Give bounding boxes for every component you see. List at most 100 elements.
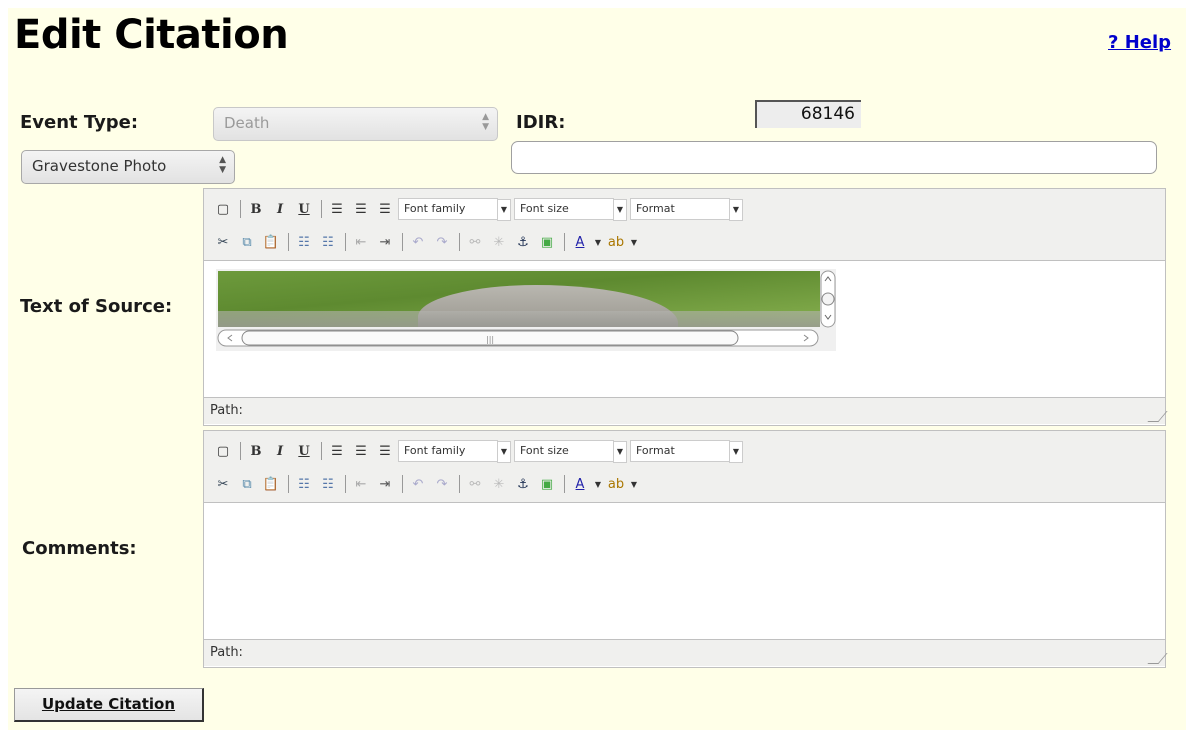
font-size-label: Font size xyxy=(520,202,569,215)
toolbar-separator xyxy=(345,475,346,493)
bold-icon[interactable]: B xyxy=(245,198,267,220)
align-center-icon[interactable]: ☰ xyxy=(350,198,372,220)
chevron-down-icon: ▼ xyxy=(613,199,627,221)
italic-icon[interactable]: I xyxy=(269,440,291,462)
chevron-down-icon: ▼ xyxy=(613,441,627,463)
copy-icon[interactable]: ⧉ xyxy=(236,473,258,495)
help-link[interactable]: ? Help xyxy=(1108,32,1171,53)
anchor-icon[interactable]: ⚓ xyxy=(512,231,534,253)
bullet-list-icon[interactable]: ☷ xyxy=(293,473,315,495)
event-type-value: Death xyxy=(224,114,270,132)
toolbar-separator xyxy=(402,233,403,251)
text-of-source-editor: ▢ B I U ☰ ☰ ☰ Font family ▼ Font size ▼ Fo… xyxy=(203,188,1168,426)
citation-detail-input[interactable] xyxy=(511,141,1157,174)
text-of-source-label: Text of Source: xyxy=(20,296,173,317)
source-type-select[interactable]: Gravestone Photo ▲ ▼ xyxy=(21,150,235,184)
toolbar-separator xyxy=(345,233,346,251)
chevron-down-icon[interactable]: ▼ xyxy=(629,473,639,495)
indent-icon[interactable]: ⇥ xyxy=(374,473,396,495)
ground-area xyxy=(218,311,820,327)
underline-icon[interactable]: U xyxy=(293,440,315,462)
updown-arrows-icon: ▲ ▼ xyxy=(219,155,226,175)
event-type-select[interactable]: Death ▲ ▼ xyxy=(213,107,498,141)
format-dropdown[interactable]: Format ▼ xyxy=(630,198,743,221)
highlight-color-icon[interactable]: ab xyxy=(605,231,627,253)
undo-icon[interactable]: ↶ xyxy=(407,231,429,253)
font-size-dropdown[interactable]: Font size ▼ xyxy=(514,440,627,463)
cut-icon[interactable]: ✂ xyxy=(212,473,234,495)
image-icon[interactable]: ▣ xyxy=(536,231,558,253)
path-label: Path: xyxy=(210,403,243,418)
italic-icon[interactable]: I xyxy=(269,198,291,220)
image-icon[interactable]: ▣ xyxy=(536,473,558,495)
toolbar-row-2: ✂ ⧉ 📋 ☷ ☷ ⇤ ⇥ ↶ ↷ ⚯ ✳ ⚓ ▣ A ▼ ab ▼ xyxy=(212,471,641,497)
highlight-color-icon[interactable]: ab xyxy=(605,473,627,495)
numbered-list-icon[interactable]: ☷ xyxy=(317,231,339,253)
comments-editor: ▢ B I U ☰ ☰ ☰ Font family ▼ Font size ▼ Fo… xyxy=(203,430,1168,668)
toolbar-separator xyxy=(288,475,289,493)
toolbar-separator xyxy=(240,200,241,218)
bullet-list-icon[interactable]: ☷ xyxy=(293,231,315,253)
font-family-label: Font family xyxy=(404,202,466,215)
text-color-icon[interactable]: A xyxy=(569,231,591,253)
comments-content[interactable] xyxy=(204,503,1165,639)
text-color-icon[interactable]: A xyxy=(569,473,591,495)
chevron-down-icon: ▼ xyxy=(497,441,511,463)
update-citation-button[interactable]: Update Citation xyxy=(14,688,204,722)
toolbar-separator xyxy=(564,233,565,251)
bold-icon[interactable]: B xyxy=(245,440,267,462)
path-label: Path: xyxy=(210,645,243,660)
redo-icon[interactable]: ↷ xyxy=(431,473,453,495)
align-left-icon[interactable]: ☰ xyxy=(326,440,348,462)
undo-icon[interactable]: ↶ xyxy=(407,473,429,495)
new-document-icon[interactable]: ▢ xyxy=(212,198,234,220)
svg-text:|||: ||| xyxy=(486,335,494,344)
font-family-dropdown[interactable]: Font family ▼ xyxy=(398,198,511,221)
toolbar-row-1: ▢ B I U ☰ ☰ ☰ Font family ▼ Font size ▼ Fo… xyxy=(212,196,743,222)
resize-grip-icon[interactable] xyxy=(1147,653,1168,664)
text-of-source-content[interactable]: ||| xyxy=(204,261,1165,397)
align-right-icon[interactable]: ☰ xyxy=(374,198,396,220)
embedded-image-frame: ||| xyxy=(216,269,836,351)
font-size-dropdown[interactable]: Font size ▼ xyxy=(514,198,627,221)
underline-icon[interactable]: U xyxy=(293,198,315,220)
path-statusbar: Path: xyxy=(204,639,1168,666)
link-icon[interactable]: ⚯ xyxy=(464,473,486,495)
editor-toolbar: ▢ B I U ☰ ☰ ☰ Font family ▼ Font size ▼ Fo… xyxy=(204,431,1165,503)
outdent-icon[interactable]: ⇤ xyxy=(350,231,372,253)
align-center-icon[interactable]: ☰ xyxy=(350,440,372,462)
idir-field[interactable]: 68146 xyxy=(755,100,861,128)
format-dropdown[interactable]: Format ▼ xyxy=(630,440,743,463)
new-document-icon[interactable]: ▢ xyxy=(212,440,234,462)
event-type-label: Event Type: xyxy=(20,112,139,133)
idir-label: IDIR: xyxy=(516,112,566,133)
copy-icon[interactable]: ⧉ xyxy=(236,231,258,253)
chevron-down-icon: ▼ xyxy=(497,199,511,221)
paste-icon[interactable]: 📋 xyxy=(260,473,282,495)
cut-icon[interactable]: ✂ xyxy=(212,231,234,253)
format-label: Format xyxy=(636,202,675,215)
toolbar-row-2: ✂ ⧉ 📋 ☷ ☷ ⇤ ⇥ ↶ ↷ ⚯ ✳ ⚓ ▣ A ▼ ab ▼ xyxy=(212,229,641,255)
anchor-icon[interactable]: ⚓ xyxy=(512,473,534,495)
link-icon[interactable]: ⚯ xyxy=(464,231,486,253)
comments-label: Comments: xyxy=(22,538,137,559)
chevron-down-icon[interactable]: ▼ xyxy=(629,231,639,253)
chevron-down-icon[interactable]: ▼ xyxy=(593,473,603,495)
unlink-icon[interactable]: ✳ xyxy=(488,473,510,495)
toolbar-separator xyxy=(240,442,241,460)
font-family-dropdown[interactable]: Font family ▼ xyxy=(398,440,511,463)
chevron-down-icon[interactable]: ▼ xyxy=(593,231,603,253)
font-size-label: Font size xyxy=(520,444,569,457)
outdent-icon[interactable]: ⇤ xyxy=(350,473,372,495)
unlink-icon[interactable]: ✳ xyxy=(488,231,510,253)
redo-icon[interactable]: ↷ xyxy=(431,231,453,253)
vertical-scrollbar[interactable] xyxy=(820,269,836,329)
align-left-icon[interactable]: ☰ xyxy=(326,198,348,220)
paste-icon[interactable]: 📋 xyxy=(260,231,282,253)
resize-grip-icon[interactable] xyxy=(1147,411,1168,422)
gravestone-photo xyxy=(218,271,820,327)
horizontal-scrollbar[interactable]: ||| xyxy=(216,329,820,347)
numbered-list-icon[interactable]: ☷ xyxy=(317,473,339,495)
indent-icon[interactable]: ⇥ xyxy=(374,231,396,253)
align-right-icon[interactable]: ☰ xyxy=(374,440,396,462)
